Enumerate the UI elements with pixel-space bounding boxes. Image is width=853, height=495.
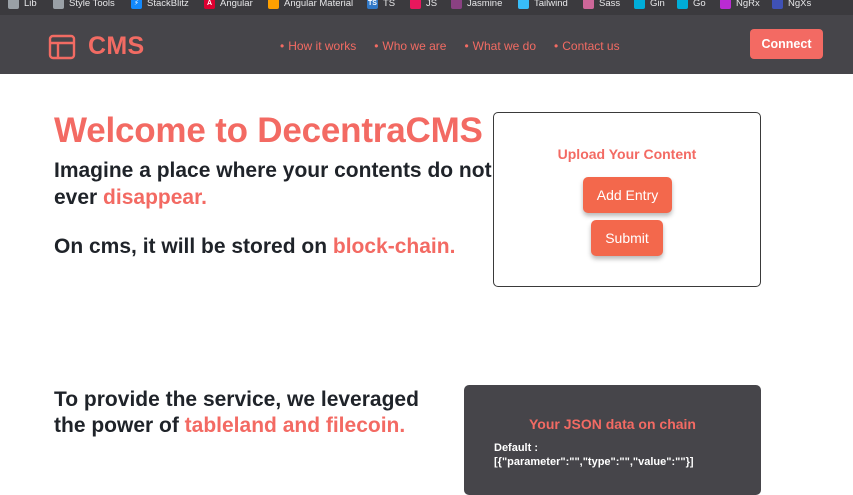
- bookmark-ngxs[interactable]: NgXs: [772, 0, 811, 10]
- layout-icon: [48, 34, 76, 59]
- bookmark-lib[interactable]: Lib: [8, 0, 37, 10]
- typescript-icon: TS: [367, 0, 378, 9]
- tailwind-icon: [518, 0, 529, 9]
- gin-icon: [634, 0, 645, 9]
- ngxs-icon: [772, 0, 783, 9]
- add-entry-button[interactable]: Add Entry: [583, 177, 672, 213]
- brand-name: CMS: [88, 32, 145, 60]
- bookmark-jasmine[interactable]: Jasmine: [451, 0, 502, 10]
- folder-icon: [53, 0, 64, 9]
- json-data-card: Your JSON data on chain Default : [{"par…: [464, 385, 761, 495]
- bookmark-angular-material[interactable]: Angular Material: [268, 0, 353, 10]
- go-icon: [677, 0, 688, 9]
- json-card-title: Your JSON data on chain: [529, 416, 696, 432]
- service-description: To provide the service, we leveraged the…: [54, 388, 419, 437]
- bookmark-go[interactable]: Go: [677, 0, 706, 10]
- bookmarks-bar: Lib Style Tools ⚡ StackBlitz A Angular Ang…: [0, 0, 853, 15]
- folder-icon: [8, 0, 19, 9]
- connect-button[interactable]: Connect: [750, 29, 823, 59]
- hero-tagline: Imagine a place where your contents do n…: [54, 159, 492, 209]
- nav-link-what-we-do[interactable]: • What we do: [464, 39, 536, 53]
- nav-links: • How it works • Who we are • What we do • C…: [280, 39, 620, 53]
- submit-button[interactable]: Submit: [591, 220, 663, 256]
- hero-storage-accent: block-chain.: [332, 235, 456, 258]
- json-default-value: [{"parameter":"","type":"","value":""}]: [494, 456, 694, 468]
- stackblitz-icon: ⚡: [131, 0, 142, 9]
- bookmark-stackblitz[interactable]: ⚡ StackBlitz: [131, 0, 189, 10]
- angular-material-icon: [268, 0, 279, 9]
- nav-link-contact-us[interactable]: • Contact us: [554, 39, 620, 53]
- jasmine-icon: [451, 0, 462, 9]
- brand-logo[interactable]: CMS: [48, 32, 144, 61]
- nav-link-how-it-works[interactable]: • How it works: [280, 39, 356, 53]
- bookmark-ts[interactable]: TS TS: [367, 0, 395, 10]
- bookmark-js[interactable]: JS: [410, 0, 437, 10]
- upload-title: Upload Your Content: [557, 146, 697, 162]
- bookmark-ngrx[interactable]: NgRx: [720, 0, 760, 10]
- bookmark-angular[interactable]: A Angular: [204, 0, 253, 10]
- hero-storage-line: On cms, it will be stored on block-chain…: [54, 235, 456, 258]
- ngrx-icon: [720, 0, 731, 9]
- sass-icon: [583, 0, 594, 9]
- nav-link-who-we-are[interactable]: • Who we are: [374, 39, 446, 53]
- hero-tagline-accent: disappear.: [103, 186, 207, 209]
- hero-title: Welcome to DecentraCMS: [54, 111, 483, 150]
- service-accent: tableland and filecoin.: [184, 414, 406, 437]
- bookmark-gin[interactable]: Gin: [634, 0, 665, 10]
- bookmark-sass[interactable]: Sass: [583, 0, 620, 10]
- bookmark-style-tools[interactable]: Style Tools: [53, 0, 115, 10]
- js-icon: [410, 0, 421, 9]
- json-default-label: Default :: [494, 442, 538, 454]
- bookmark-tailwind[interactable]: Tailwind: [518, 0, 568, 10]
- angular-icon: A: [204, 0, 215, 9]
- upload-card: Upload Your Content Add Entry Submit: [493, 112, 761, 287]
- navbar: CMS • How it works • Who we are • What we d…: [0, 15, 853, 74]
